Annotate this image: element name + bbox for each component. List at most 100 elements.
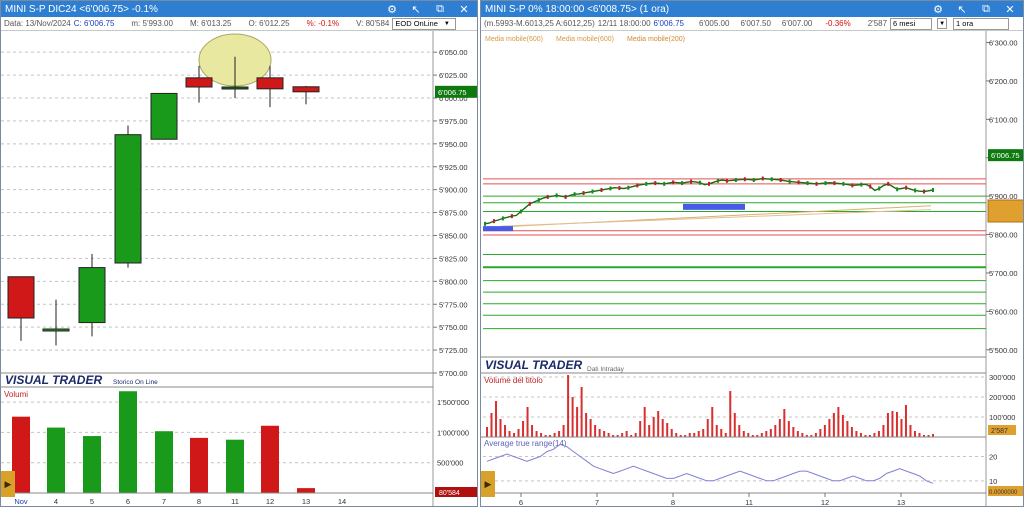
volume-bar: [720, 429, 723, 437]
eod-mode-value: EOD OnLine: [395, 19, 438, 28]
volume-bar: [913, 431, 916, 437]
info-datetime: 12/11 18:00:00: [597, 19, 651, 28]
volume-bar: [769, 429, 772, 437]
period-dropdown-icon[interactable]: ▼: [937, 18, 948, 29]
intraday-candle: [833, 181, 836, 186]
moving-average-label: Media mobile(600): [556, 36, 614, 43]
highlight-box: [483, 226, 513, 232]
intraday-candle: [672, 180, 675, 185]
volume-bar: [648, 425, 651, 437]
info-max: M: 6'013.25: [189, 19, 232, 28]
intraday-price-chart: Media mobile(600) Media mobile(600) Media …: [481, 31, 1023, 507]
price-axis-label: 5'850.00: [439, 232, 468, 241]
volume-bar: [504, 425, 507, 437]
volume-bar: [531, 425, 534, 437]
volume-bar: [522, 421, 525, 437]
volume-bar: [643, 407, 646, 437]
moving-average-label: Media mobile(200): [627, 36, 685, 43]
interval-value: 1 ora: [956, 19, 974, 28]
close-icon[interactable]: ✕: [999, 2, 1021, 16]
volume-bar: [738, 425, 741, 437]
last-volume-label: 80'584: [439, 490, 460, 497]
volume-axis-label: 300'000: [989, 373, 1015, 382]
atr-pane-title: Average true range(14): [484, 439, 567, 448]
volume-bar: [585, 413, 588, 437]
intraday-candle: [591, 189, 594, 194]
x-axis-label: 11: [745, 498, 753, 507]
volume-bar: [796, 431, 799, 437]
intraday-candle: [887, 181, 890, 186]
minimize-arrow-icon[interactable]: ↖: [405, 2, 427, 16]
restore-icon[interactable]: ⧉: [429, 2, 451, 16]
intraday-candle: [654, 181, 657, 186]
volume-bar: [715, 425, 718, 437]
x-axis-label: 6: [126, 497, 130, 506]
price-axis-label: 5'875.00: [439, 209, 468, 218]
close-icon[interactable]: ✕: [453, 2, 475, 16]
candle-body: [42, 328, 70, 332]
eod-mode-select[interactable]: EOD OnLine ▼: [392, 17, 456, 30]
settings-icon[interactable]: ⚙: [927, 2, 949, 16]
volume-bar: [697, 431, 700, 437]
intraday-candle: [528, 201, 531, 206]
volume-bar: [558, 431, 561, 437]
intraday-candle: [564, 194, 567, 199]
play-icon: ▶: [4, 478, 12, 489]
intraday-candle: [537, 198, 540, 202]
volume-bar: [787, 421, 790, 437]
volume-bar: [589, 419, 592, 437]
volume-bar: [774, 425, 777, 437]
x-axis-label: 4: [54, 497, 58, 506]
price-axis-label: 5'725.00: [439, 346, 468, 355]
volume-bar: [47, 427, 65, 493]
volume-axis-label: 1'500'000: [437, 398, 469, 407]
right-window-title: MINI S-P 0% 18:00:00 <6'008.75> (1 ora): [485, 3, 670, 15]
volume-bar: [576, 407, 579, 437]
volume-bar: [526, 407, 529, 437]
interval-select[interactable]: 1 ora: [953, 17, 1010, 30]
highlight-box: [683, 203, 745, 210]
intraday-candle: [869, 184, 872, 189]
volume-bar: [261, 425, 279, 493]
volume-bar: [760, 433, 763, 437]
volume-bar: [190, 437, 208, 493]
right-title-bar[interactable]: MINI S-P 0% 18:00:00 <6'008.75> (1 ora) …: [481, 1, 1023, 17]
volume-bar: [499, 419, 502, 437]
intraday-candle: [725, 178, 728, 183]
price-axis-label: 6'025.00: [439, 71, 468, 80]
last-price-label: 6'006.75: [991, 151, 1020, 160]
volume-bar: [792, 427, 795, 437]
intraday-candle: [806, 181, 809, 186]
info-last: 6'006.75: [653, 19, 684, 28]
candle-body: [7, 276, 35, 319]
candle-body: [292, 86, 320, 93]
price-axis-label: 5'700.00: [439, 369, 468, 378]
intraday-candle: [761, 176, 764, 181]
intraday-candle: [752, 178, 755, 183]
x-axis-label: 7: [595, 498, 599, 507]
minimize-arrow-icon[interactable]: ↖: [951, 2, 973, 16]
x-axis-label: 12: [266, 497, 274, 506]
volume-bar: [119, 391, 137, 493]
period-select[interactable]: 6 mesi: [890, 17, 933, 30]
play-icon: ▶: [484, 478, 492, 489]
settings-icon[interactable]: ⚙: [381, 2, 403, 16]
candle-body: [150, 92, 178, 140]
info-v2: 6'007.50: [740, 19, 771, 28]
info-v1: 6'005.00: [699, 19, 730, 28]
brand-logo: VISUAL TRADER: [5, 373, 102, 387]
volume-bar: [886, 413, 889, 437]
volume-bar: [598, 429, 601, 437]
candle-body: [256, 77, 284, 90]
candle-body: [78, 267, 106, 324]
daily-price-chart: 6'050.006'025.006'000.005'975.005'950.00…: [1, 31, 477, 506]
intraday-candle: [492, 219, 495, 224]
volume-bar: [657, 411, 660, 437]
right-scroll-button[interactable]: ▶: [481, 471, 495, 497]
right-info-bar: (m.5993-M.6013,25 A:6012,25) 12/11 18:00…: [481, 17, 1023, 31]
price-axis-label: 5'950.00: [439, 140, 468, 149]
restore-icon[interactable]: ⧉: [975, 2, 997, 16]
left-scroll-button[interactable]: ▶: [1, 471, 15, 497]
left-title-bar[interactable]: MINI S-P DIC24 <6'006.75> -0.1% ⚙ ↖ ⧉ ✕: [1, 1, 477, 17]
volume-bar: [603, 431, 606, 437]
